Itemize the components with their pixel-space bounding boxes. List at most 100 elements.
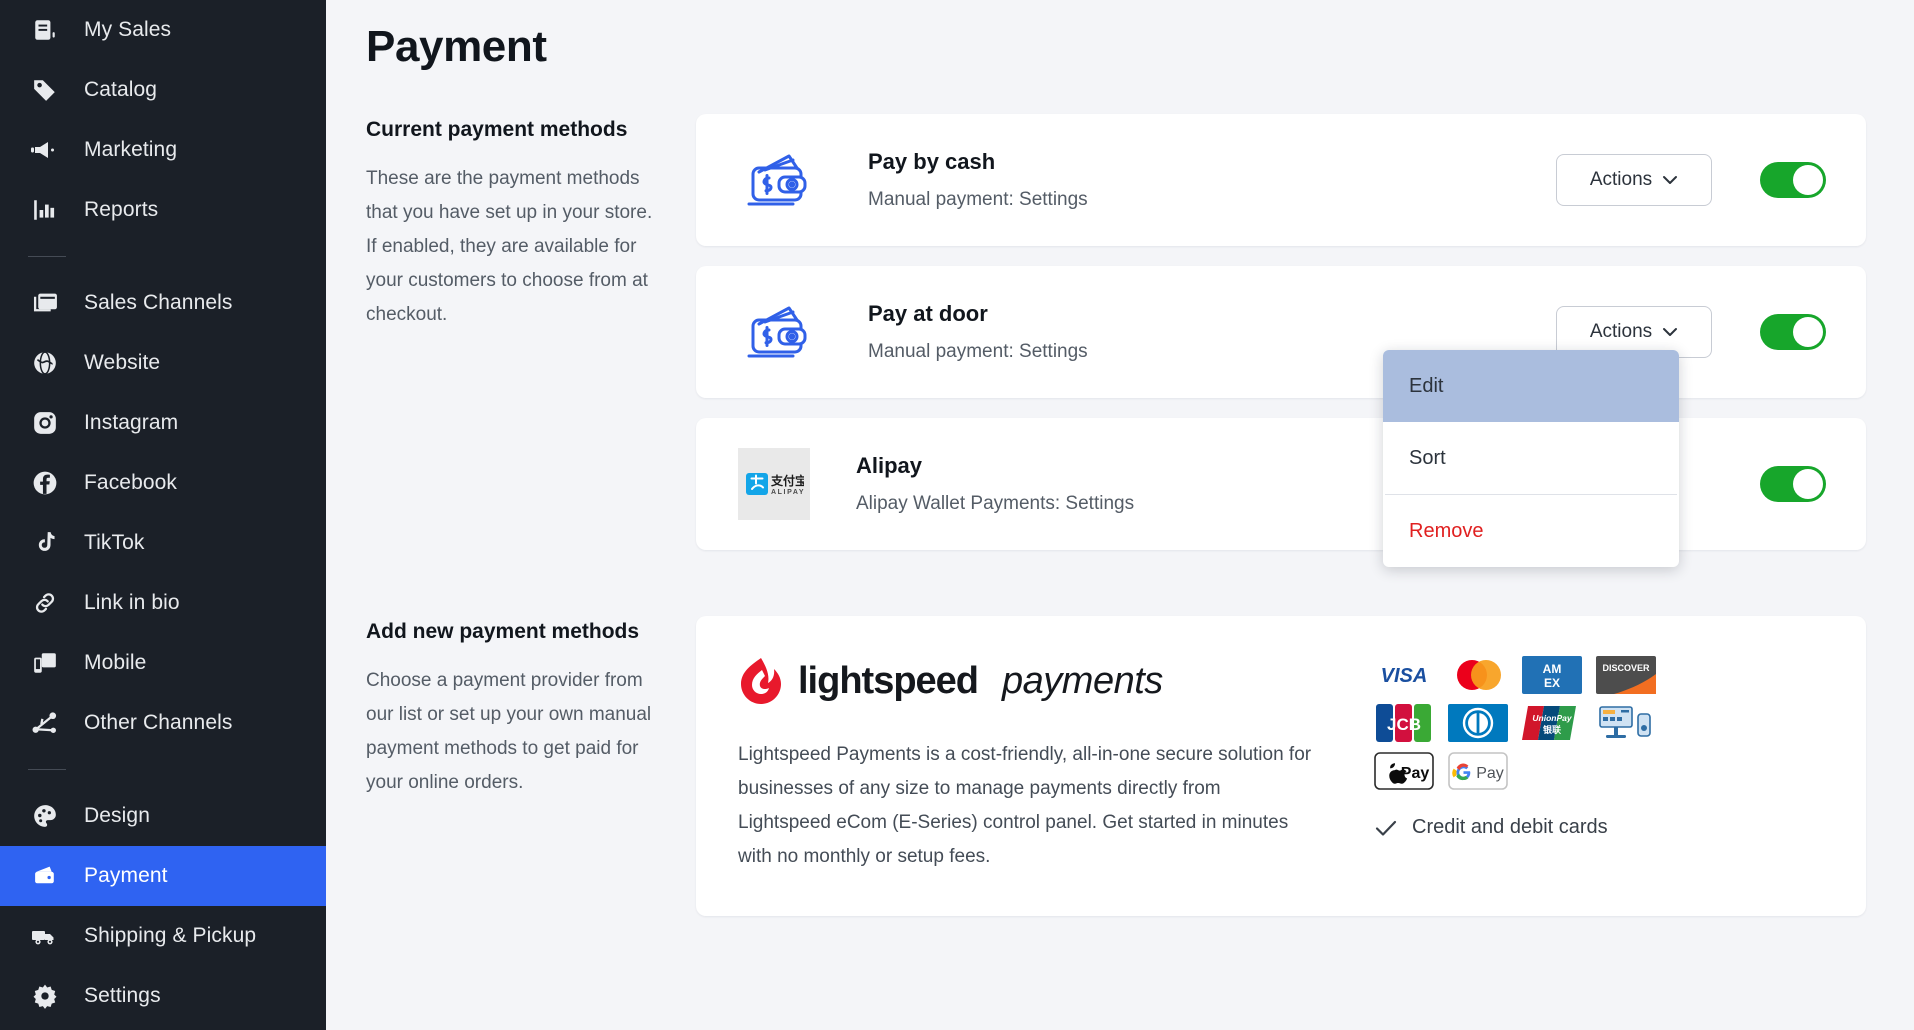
bar-chart-icon: [28, 195, 62, 225]
sidebar-item-my-sales[interactable]: My Sales: [0, 0, 326, 60]
link-icon: [28, 588, 62, 618]
sidebar-item-label: Website: [84, 351, 161, 374]
actions-button[interactable]: Actions: [1556, 154, 1712, 206]
payment-method-text: Pay by cash Manual payment: Settings: [868, 149, 1556, 211]
dropdown-item-label: Edit: [1409, 374, 1444, 397]
sidebar-item-shipping-pickup[interactable]: Shipping & Pickup: [0, 906, 326, 966]
toggle-knob: [1793, 317, 1823, 347]
payment-methods-list: Pay by cash Manual payment: Settings Act…: [696, 114, 1866, 570]
sidebar-item-website[interactable]: Website: [0, 333, 326, 393]
sidebar-item-label: Other Channels: [84, 711, 233, 734]
apple-pay-logo: Pay: [1374, 752, 1434, 790]
dropdown-item-label: Remove: [1409, 519, 1484, 542]
dropdown-item-remove[interactable]: Remove: [1383, 495, 1679, 567]
sidebar-item-tiktok[interactable]: TikTok: [0, 513, 326, 573]
chevron-down-icon: [1663, 176, 1678, 184]
wallet-icon: [28, 861, 62, 891]
current-methods-info: Current payment methods These are the pa…: [366, 114, 666, 570]
page-title: Payment: [366, 22, 547, 71]
sidebar-item-payment[interactable]: Payment: [0, 846, 326, 906]
provider-info: lightspeed payments Lightspeed Payments …: [738, 656, 1358, 876]
actions-button-label: Actions: [1589, 321, 1653, 342]
sidebar-item-settings[interactable]: Settings: [0, 966, 326, 1026]
svg-text:AM: AM: [1543, 662, 1562, 676]
lightspeed-wordmark: lightspeed: [798, 659, 979, 702]
jcb-logo: JCB: [1374, 704, 1434, 742]
sidebar-item-instagram[interactable]: Instagram: [0, 393, 326, 453]
sidebar-item-label: Facebook: [84, 471, 178, 494]
add-methods-description: Choose a payment provider from our list …: [366, 670, 652, 793]
sidebar-item-label: Settings: [84, 984, 161, 1007]
wallet-cash-icon: [738, 296, 822, 368]
sidebar-item-other-channels[interactable]: Other Channels: [0, 693, 326, 753]
payments-wordmark: payments: [1002, 659, 1163, 702]
sidebar-item-marketing[interactable]: Marketing: [0, 120, 326, 180]
add-payment-methods-section: Add new payment methods Choose a payment…: [366, 616, 1866, 916]
toggle-knob: [1793, 165, 1823, 195]
mobile-icon: [28, 648, 62, 678]
megaphone-icon: [28, 135, 62, 165]
sidebar-item-label: Catalog: [84, 78, 158, 101]
payment-method-card: Pay at door Manual payment: Settings Act…: [696, 266, 1866, 398]
truck-icon: [28, 921, 62, 951]
unionpay-logo: UnionPay 银联: [1522, 704, 1582, 742]
instagram-icon: [28, 408, 62, 438]
sidebar-item-label: Payment: [84, 864, 168, 887]
chevron-down-icon: [1663, 328, 1678, 336]
card-brand-grid: VISA AM EX DISCOVER JCB UnionPay 银联 Pay …: [1374, 656, 1658, 790]
lightspeed-payments-card[interactable]: lightspeed payments Lightspeed Payments …: [696, 616, 1866, 916]
payment-method-toggle[interactable]: [1760, 162, 1826, 198]
sidebar-item-label: My Sales: [84, 18, 172, 41]
pos-terminal-logo: [1596, 704, 1656, 742]
sidebar-item-catalog[interactable]: Catalog: [0, 60, 326, 120]
add-methods-info: Add new payment methods Choose a payment…: [366, 616, 666, 916]
diners-club-logo: [1448, 704, 1508, 742]
dropdown-item-label: Sort: [1409, 446, 1446, 469]
svg-text:VISA: VISA: [1381, 665, 1428, 687]
payment-method-card: 支付宝 ALIPAY Alipay Alipay Wallet Payments…: [696, 418, 1866, 550]
check-icon: [1375, 820, 1397, 836]
payment-method-toggle[interactable]: [1760, 466, 1826, 502]
network-nodes-icon: [28, 708, 62, 738]
gear-icon: [28, 981, 62, 1011]
payment-method-toggle[interactable]: [1760, 314, 1826, 350]
sidebar-divider: [28, 769, 66, 770]
supported-cards-panel: VISA AM EX DISCOVER JCB UnionPay 银联 Pay …: [1358, 656, 1658, 876]
sidebar: My Sales Catalog Marketing Reports Sales…: [0, 0, 326, 1030]
sidebar-item-sales-channels[interactable]: Sales Channels: [0, 273, 326, 333]
svg-text:Pay: Pay: [1401, 765, 1430, 782]
feature-label: Credit and debit cards: [1412, 816, 1608, 838]
dropdown-item-sort[interactable]: Sort: [1383, 422, 1679, 494]
svg-text:DISCOVER: DISCOVER: [1602, 663, 1650, 673]
current-payment-methods-section: Current payment methods These are the pa…: [366, 114, 1866, 570]
facebook-icon: [28, 468, 62, 498]
dropdown-item-edit[interactable]: Edit: [1383, 350, 1679, 422]
browser-window-icon: [28, 288, 62, 318]
sidebar-item-mobile[interactable]: Mobile: [0, 633, 326, 693]
sidebar-item-label: Link in bio: [84, 591, 180, 614]
visa-logo: VISA: [1374, 656, 1434, 694]
actions-dropdown-menu: Edit Sort Remove: [1383, 350, 1679, 567]
app-root: My Sales Catalog Marketing Reports Sales…: [0, 0, 1914, 1030]
document-list-icon: [28, 15, 62, 45]
sidebar-item-label: Reports: [84, 198, 159, 221]
tag-icon: [28, 75, 62, 105]
actions-button-label: Actions: [1589, 169, 1653, 190]
sidebar-item-label: Marketing: [84, 138, 178, 161]
main-content: Payment Current payment methods These ar…: [326, 0, 1914, 1030]
sidebar-item-design[interactable]: Design: [0, 786, 326, 846]
sidebar-item-facebook[interactable]: Facebook: [0, 453, 326, 513]
sidebar-item-reports[interactable]: Reports: [0, 180, 326, 240]
sidebar-divider: [28, 256, 66, 257]
sidebar-item-link-in-bio[interactable]: Link in bio: [0, 573, 326, 633]
sidebar-item-label: Sales Channels: [84, 291, 233, 314]
svg-text:ALIPAY: ALIPAY: [771, 489, 804, 496]
current-methods-description: These are the payment methods that you h…: [366, 168, 653, 325]
payment-method-card: Pay by cash Manual payment: Settings Act…: [696, 114, 1866, 246]
current-methods-heading: Current payment methods: [366, 118, 628, 141]
lightspeed-logo: lightspeed payments: [738, 656, 1318, 706]
svg-text:EX: EX: [1544, 676, 1560, 690]
svg-text:支付宝: 支付宝: [770, 473, 804, 488]
wallet-cash-icon: [738, 144, 822, 216]
sidebar-item-label: Shipping & Pickup: [84, 924, 257, 947]
